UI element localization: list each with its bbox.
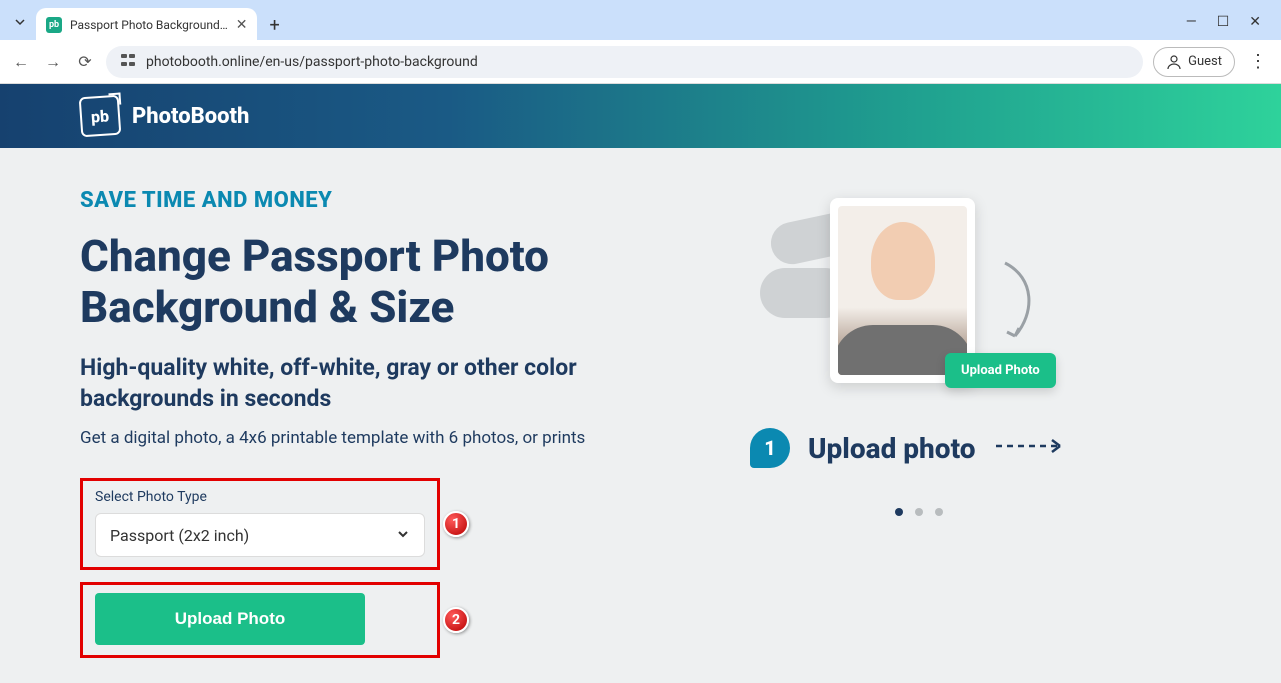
hero-section: SAVE TIME AND MONEY Change Passport Phot…: [0, 148, 1281, 683]
address-bar: ← → ⟳ photobooth.online/en-us/passport-p…: [0, 40, 1281, 84]
hero-illustration: Upload Photo 1 Upload photo: [750, 188, 1180, 670]
select-value: Passport (2x2 inch): [110, 526, 249, 545]
maximize-icon[interactable]: ☐: [1217, 14, 1230, 30]
sample-photo: [838, 206, 967, 375]
step-row: 1 Upload photo: [750, 428, 1074, 468]
upload-photo-callout: Upload Photo 2: [80, 582, 440, 658]
curve-arrow-icon: [995, 258, 1045, 352]
close-window-icon[interactable]: ✕: [1249, 14, 1261, 30]
tab-bar: pb Passport Photo Background… ✕ + — ☐ ✕: [0, 0, 1281, 40]
url-text: photobooth.online/en-us/passport-photo-b…: [146, 54, 478, 70]
url-input[interactable]: photobooth.online/en-us/passport-photo-b…: [106, 46, 1143, 78]
site-settings-icon[interactable]: [120, 52, 136, 72]
site-logo[interactable]: pb PhotoBooth: [80, 96, 249, 136]
window-controls: — ☐ ✕: [1186, 14, 1273, 30]
back-button[interactable]: ←: [10, 52, 32, 72]
person-icon: [1166, 54, 1182, 70]
tab-list-dropdown[interactable]: [8, 10, 32, 34]
photo-face-shape: [871, 222, 935, 300]
carousel-dot[interactable]: [915, 508, 923, 516]
profile-label: Guest: [1188, 54, 1222, 69]
site-header: pb PhotoBooth: [0, 84, 1281, 148]
profile-button[interactable]: Guest: [1153, 47, 1235, 77]
carousel-dot[interactable]: [895, 508, 903, 516]
dashed-arrow-icon: [994, 436, 1074, 460]
tab-title: Passport Photo Background…: [70, 18, 228, 32]
photo-type-select[interactable]: Passport (2x2 inch): [95, 513, 425, 557]
select-label: Select Photo Type: [95, 489, 425, 505]
chevron-down-icon: [396, 526, 410, 545]
browser-menu-button[interactable]: ⋮: [1245, 51, 1271, 72]
hero-tagline: SAVE TIME AND MONEY: [80, 188, 710, 213]
page-body: pb PhotoBooth SAVE TIME AND MONEY Change…: [0, 84, 1281, 683]
browser-tab[interactable]: pb Passport Photo Background… ✕: [36, 8, 257, 42]
hero-meta: Get a digital photo, a 4x6 printable tem…: [80, 428, 710, 448]
logo-text: PhotoBooth: [132, 104, 249, 129]
forward-button[interactable]: →: [42, 52, 64, 72]
upload-photo-pill[interactable]: Upload Photo: [945, 353, 1056, 388]
hero-content: SAVE TIME AND MONEY Change Passport Phot…: [80, 188, 710, 670]
annotation-badge-2: 2: [443, 607, 469, 633]
chevron-down-icon: [14, 16, 26, 28]
favicon: pb: [46, 17, 62, 33]
carousel-dot[interactable]: [935, 508, 943, 516]
hero-subtitle: High-quality white, off-white, gray or o…: [80, 352, 710, 414]
new-tab-button[interactable]: +: [269, 15, 279, 36]
select-photo-type-callout: Select Photo Type Passport (2x2 inch) 1: [80, 478, 440, 570]
annotation-badge-1: 1: [443, 511, 469, 537]
carousel-dots: [895, 508, 943, 516]
step-number-badge: 1: [750, 428, 790, 468]
upload-photo-button[interactable]: Upload Photo: [95, 593, 365, 645]
logo-icon: pb: [79, 95, 122, 138]
close-icon[interactable]: ✕: [236, 17, 248, 33]
hero-title: Change Passport Photo Background & Size: [80, 231, 710, 332]
reload-button[interactable]: ⟳: [74, 52, 96, 71]
step-label: Upload photo: [808, 432, 976, 465]
minimize-icon[interactable]: —: [1186, 14, 1197, 30]
browser-chrome: pb Passport Photo Background… ✕ + — ☐ ✕ …: [0, 0, 1281, 84]
